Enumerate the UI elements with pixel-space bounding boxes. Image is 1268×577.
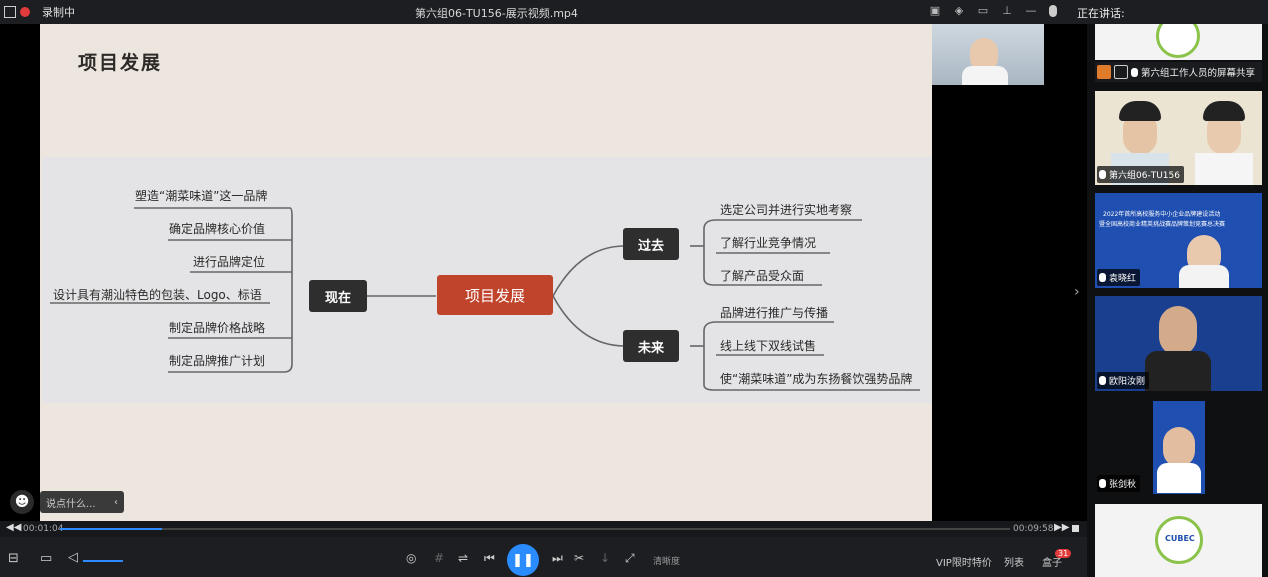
smile-icon[interactable]: ☻ — [10, 490, 34, 514]
quality-button[interactable]: 清晰度 — [653, 554, 680, 567]
titlebar-actions: ▣ ◈ ▭ ⊥ — — [928, 4, 1038, 18]
user-icon — [1097, 65, 1111, 79]
download-icon[interactable]: ↓ — [600, 551, 610, 565]
stop-icon[interactable] — [1072, 525, 1079, 532]
mic-icon — [1099, 479, 1106, 488]
mm-past-item: 了解产品受众面 — [720, 269, 805, 283]
presenter-camera — [932, 24, 1044, 85]
vip-button[interactable]: VIP限时特价 — [936, 554, 992, 569]
list-button[interactable]: 列表 — [1004, 554, 1024, 569]
mm-past-item: 选定公司并进行实地考察 — [720, 203, 853, 217]
screen-share-bar[interactable]: 第六组工作人员的屏幕共享 — [1095, 62, 1262, 82]
screenshot-icon[interactable]: ▣ — [928, 4, 942, 18]
participant-name: 欧阳汝刚 — [1097, 372, 1150, 389]
layout-icon[interactable] — [4, 6, 16, 18]
minimize-icon[interactable]: — — [1024, 4, 1038, 18]
mm-future-item: 使“潮菜味道”成为东扬餐饮强势品牌 — [720, 372, 913, 386]
current-time: 00:01:04 — [23, 524, 64, 534]
mic-icon — [1131, 67, 1138, 77]
video-stage[interactable]: 项目发展 塑造“潮菜味道”这一品牌 确定品牌核心价值 进行品牌定位 设计具有潮汕… — [0, 24, 1087, 521]
participant-tile[interactable]: 2022年首所高校服务中小企业品牌建设活动 暨全国高校商业精英挑战赛品牌策划竞赛… — [1095, 193, 1262, 288]
speaking-label: 正在讲话: — [1077, 7, 1125, 20]
box-badge: 31 — [1055, 549, 1072, 558]
participants-sidebar: 第六组工作人员的屏幕共享 第六组06-TU156 2022年首所高校服务中小企业… — [1087, 24, 1268, 577]
logo-tile — [1095, 24, 1262, 60]
mm-node-now: 现在 — [309, 280, 367, 312]
rewind-icon[interactable]: ◀◀ — [6, 522, 21, 533]
volume-icon[interactable]: ◁ — [68, 550, 78, 565]
fast-forward-icon[interactable]: ▶▶ — [1054, 522, 1069, 533]
hash-icon[interactable]: # — [434, 551, 444, 565]
recording-label: 录制中 — [42, 6, 75, 19]
seek-fill — [60, 528, 162, 530]
mm-past-item: 了解行业竞争情况 — [720, 236, 817, 250]
participant-name: 第六组06-TU156 — [1097, 166, 1184, 183]
player-controls: ⊟ ▭ ◁ ◎ # ⇌ ⏮ ❚❚ ⏭ ✂ ↓ ⤢ 清晰度 VIP限时特价 列表 … — [0, 537, 1087, 577]
expand-icon[interactable]: ⤢ — [625, 551, 635, 566]
chevron-left-icon[interactable]: ‹ — [114, 497, 118, 508]
eye-icon[interactable]: ◎ — [406, 551, 416, 565]
previous-icon[interactable]: ⏮ — [484, 551, 495, 566]
chevron-right-icon[interactable]: › — [1074, 284, 1080, 300]
pin-icon[interactable]: ⊥ — [1000, 4, 1014, 18]
screen-share-icon — [1114, 65, 1128, 79]
mm-left-item: 塑造“潮菜味道”这一品牌 — [135, 189, 268, 203]
logo-text: CUBEC — [1165, 534, 1195, 543]
mm-left-item: 制定品牌推广计划 — [169, 354, 266, 368]
participant-tile[interactable]: 第六组06-TU156 — [1095, 91, 1262, 185]
total-time: 00:09:58 — [1013, 524, 1054, 534]
share-text: 第六组工作人员的屏幕共享 — [1141, 68, 1256, 79]
cubec-logo — [1156, 24, 1200, 58]
mm-node-center: 项目发展 — [437, 275, 553, 315]
mm-left-item: 制定品牌价格战略 — [169, 321, 266, 335]
scissors-icon[interactable]: ✂ — [574, 551, 584, 565]
playback-progress: ◀◀ 00:01:04 00:09:58 ▶▶ — [0, 521, 1087, 537]
volume-slider[interactable] — [83, 560, 123, 562]
presentation-slide: 项目发展 塑造“潮菜味道”这一品牌 确定品牌核心价值 进行品牌定位 设计具有潮汕… — [40, 24, 932, 521]
mm-left-item: 确定品牌核心价值 — [169, 222, 266, 236]
briefcase-icon[interactable]: ⊟ — [8, 551, 19, 566]
folder-icon[interactable]: ▭ — [40, 551, 52, 566]
seek-bar[interactable] — [60, 528, 1010, 530]
mm-future-item: 线上线下双线试售 — [720, 339, 817, 353]
chat-input[interactable]: 说点什么... ‹ — [40, 491, 124, 513]
chat-placeholder: 说点什么... — [46, 498, 96, 510]
mic-icon — [1099, 376, 1106, 385]
participant-tile[interactable]: 张剑秋 — [1095, 399, 1262, 494]
banner-line: 暨全国高校商业精英挑战赛品牌策划竞赛总决赛 — [1099, 221, 1226, 228]
chat-icon[interactable]: ▭ — [976, 4, 990, 18]
mic-icon — [1099, 170, 1106, 179]
participant-name: 袁晓红 — [1097, 269, 1141, 286]
participant-name: 张剑秋 — [1097, 475, 1141, 492]
title-bar: 录制中 第六组06-TU156-展示视频.mp4 ▣ ◈ ▭ ⊥ — 正在讲话: — [0, 0, 1268, 24]
next-icon[interactable]: ⏭ — [552, 551, 563, 566]
mm-future-item: 品牌进行推广与传播 — [720, 306, 829, 320]
pause-button[interactable]: ❚❚ — [507, 544, 539, 576]
cube-icon[interactable]: ◈ — [952, 4, 966, 18]
mm-node-past: 过去 — [623, 228, 679, 260]
banner-line: 2022年首所高校服务中小企业品牌建设活动 — [1103, 211, 1221, 218]
mm-node-future: 未来 — [623, 330, 679, 362]
window-title: 第六组06-TU156-展示视频.mp4 — [415, 7, 578, 20]
record-icon — [20, 7, 30, 17]
chat-bar: ☻ 说点什么... ‹ — [10, 490, 124, 514]
participant-tile[interactable]: 欧阳汝刚 — [1095, 296, 1262, 391]
mm-left-item: 进行品牌定位 — [193, 255, 266, 269]
equalizer-icon[interactable]: ⇌ — [458, 551, 468, 565]
logo-tile: CUBEC — [1095, 504, 1262, 577]
mic-icon — [1099, 273, 1106, 282]
mm-left-item: 设计具有潮汕特色的包装、Logo、标语 — [53, 288, 262, 302]
mic-icon[interactable] — [1049, 5, 1057, 17]
